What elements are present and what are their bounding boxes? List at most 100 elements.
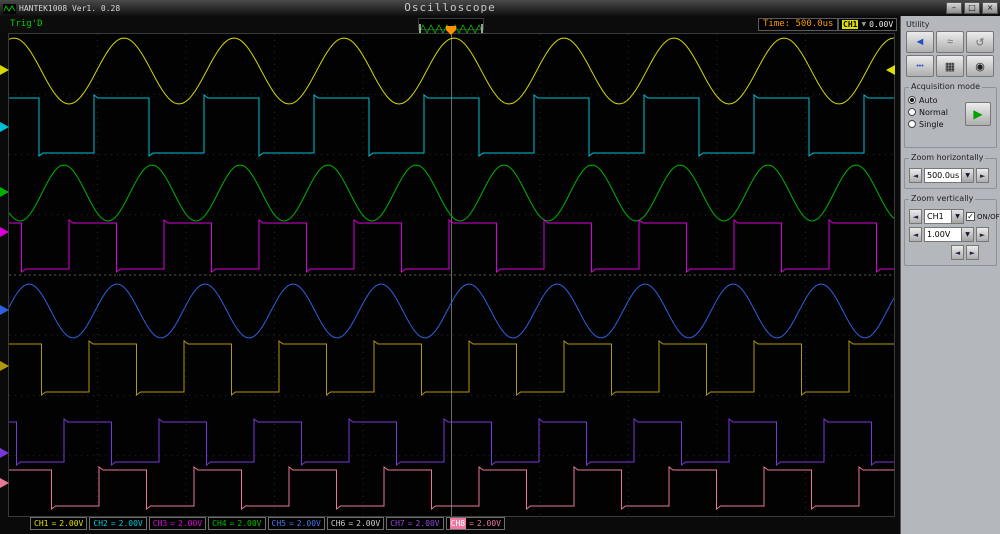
title-bar: HANTEK1008 Ver1. 0.28 Oscilloscope – □ ×	[0, 0, 1000, 16]
channel-separator: =	[469, 518, 474, 529]
waveform-button[interactable]: ≈	[936, 31, 964, 53]
zoom-vertical-label: Zoom vertically	[909, 194, 975, 203]
radio-label: Auto	[919, 96, 938, 105]
timebase-readout: Time: 500.0us	[758, 18, 838, 31]
offset-down-button[interactable]: ►	[966, 245, 979, 260]
channel-value: CH1	[925, 210, 951, 223]
utility-button-grid: ◄ ≈ ↺ ••• ▦ ◉	[906, 31, 1000, 77]
close-button[interactable]: ×	[982, 2, 998, 14]
timebase-increase-button[interactable]: ►	[976, 168, 989, 183]
ch4-position-marker[interactable]	[0, 227, 9, 237]
qr-code-icon: ▦	[945, 60, 955, 73]
trigger-level-value: 0.00V	[869, 20, 893, 29]
maximize-button[interactable]: □	[964, 2, 980, 14]
channel-name: CH6	[331, 518, 345, 529]
camera-icon: ◉	[975, 60, 985, 73]
channel-volts-per-div: 2.00V	[297, 518, 321, 529]
camera-button[interactable]: ◉	[966, 55, 994, 77]
trigger-readout[interactable]: CH1 ▼ 0.00V	[838, 18, 897, 31]
status-ch4[interactable]: CH4=2.00V	[208, 517, 265, 530]
radio-label: Single	[919, 120, 944, 129]
app-title: HANTEK1008 Ver1. 0.28	[19, 4, 120, 13]
acquisition-label: Acquisition mode	[909, 82, 982, 91]
channel-prev-button[interactable]: ◄	[909, 209, 922, 224]
back-button[interactable]: ◄	[906, 31, 934, 53]
timebase-value: 500.0us	[925, 169, 961, 182]
channel-name: CH8	[450, 518, 466, 529]
zoom-horizontal-group: Zoom horizontally ◄ 500.0us ▼ ►	[904, 158, 997, 189]
volts-select[interactable]: 1.00V ▼	[924, 227, 974, 242]
chevron-down-icon[interactable]: ▼	[951, 210, 963, 223]
acquisition-group: Acquisition mode AutoNormalSingle ▶	[904, 87, 997, 148]
qr-code-button[interactable]: ▦	[936, 55, 964, 77]
window-title: Oscilloscope	[0, 1, 900, 14]
ch3-position-marker[interactable]	[0, 187, 9, 197]
trigger-level-marker[interactable]	[886, 65, 895, 75]
channel-onoff-label: ON/OFF	[977, 213, 1000, 221]
ch8-position-marker[interactable]	[0, 478, 9, 488]
run-button[interactable]: ▶	[965, 102, 991, 126]
channel-name: CH2	[93, 518, 107, 529]
channel-name: CH4	[212, 518, 226, 529]
scope-main-area: Trig'D Time: 500.0us CH1 ▼ 0.00V CH1=2.0…	[0, 16, 900, 534]
trigger-source-badge[interactable]: CH1	[842, 20, 858, 29]
status-ch6[interactable]: CH6=2.00V	[327, 517, 384, 530]
channel-separator: =	[348, 518, 353, 529]
zoom-vertical-group: Zoom vertically ◄ CH1 ▼ ✓ ON/OFF ◄ 1.00V…	[904, 199, 997, 266]
zoom-horizontal-label: Zoom horizontally	[909, 153, 985, 162]
waveform-icon: ≈	[947, 36, 953, 48]
ch5-position-marker[interactable]	[0, 305, 9, 315]
radio-dot	[908, 108, 916, 116]
status-ch2[interactable]: CH2=2.00V	[89, 517, 146, 530]
radio-dot	[908, 96, 916, 104]
volts-increase-button[interactable]: ►	[976, 227, 989, 242]
ch7-position-marker[interactable]	[0, 448, 9, 458]
channel-separator: =	[51, 518, 56, 529]
timebase-select[interactable]: 500.0us ▼	[924, 168, 974, 183]
status-ch1[interactable]: CH1=2.00V	[30, 517, 87, 530]
channel-volts-per-div: 2.00V	[477, 518, 501, 529]
channel-volts-per-div: 2.00V	[119, 518, 143, 529]
channel-volts-per-div: 2.00V	[178, 518, 202, 529]
window-controls: – □ ×	[946, 2, 998, 14]
ch1-position-marker[interactable]	[0, 65, 9, 75]
status-ch3[interactable]: CH3=2.00V	[149, 517, 206, 530]
chevron-down-icon[interactable]: ▼	[961, 228, 973, 241]
channel-volts-per-div: 2.00V	[59, 518, 83, 529]
utility-label: Utility	[906, 20, 1000, 29]
play-icon: ▶	[973, 107, 982, 121]
control-sidebar: Utility ◄ ≈ ↺ ••• ▦ ◉ Acquisition mode Auto No…	[900, 16, 1000, 534]
channel-separator: =	[408, 518, 413, 529]
volts-value: 1.00V	[925, 228, 961, 241]
channel-separator: =	[170, 518, 175, 529]
minimize-button[interactable]: –	[946, 2, 962, 14]
channel-name: CH3	[153, 518, 167, 529]
ch6-position-marker[interactable]	[0, 361, 9, 371]
chevron-down-icon[interactable]: ▼	[961, 169, 973, 182]
title-bar-left: HANTEK1008 Ver1. 0.28	[0, 0, 120, 18]
ch2-position-marker[interactable]	[0, 122, 9, 132]
channel-name: CH1	[34, 518, 48, 529]
undo-icon: ↺	[975, 36, 984, 49]
more-button[interactable]: •••	[906, 55, 934, 77]
radio-label: Normal	[919, 108, 948, 117]
volts-decrease-button[interactable]: ◄	[909, 227, 922, 242]
chevron-down-icon[interactable]: ▼	[861, 21, 866, 28]
trigger-status: Trig'D	[10, 19, 43, 29]
app-icon	[3, 0, 16, 18]
status-ch8[interactable]: CH8=2.00V	[446, 517, 505, 530]
channel-select[interactable]: CH1 ▼	[924, 209, 964, 224]
channel-status-bar: CH1=2.00VCH2=2.00VCH3=2.00VCH4=2.00VCH5=…	[30, 517, 505, 530]
channel-name: CH5	[272, 518, 286, 529]
channel-onoff-checkbox[interactable]: ✓	[966, 212, 975, 221]
status-ch7[interactable]: CH7=2.00V	[386, 517, 443, 530]
trigger-position-marker[interactable]	[446, 26, 456, 30]
scope-display[interactable]	[8, 33, 895, 517]
undo-button[interactable]: ↺	[966, 31, 994, 53]
timebase-decrease-button[interactable]: ◄	[909, 168, 922, 183]
status-ch5[interactable]: CH5=2.00V	[268, 517, 325, 530]
offset-up-button[interactable]: ◄	[951, 245, 964, 260]
channel-volts-per-div: 2.00V	[237, 518, 261, 529]
channel-name: CH7	[390, 518, 404, 529]
back-icon: ◄	[915, 36, 926, 48]
